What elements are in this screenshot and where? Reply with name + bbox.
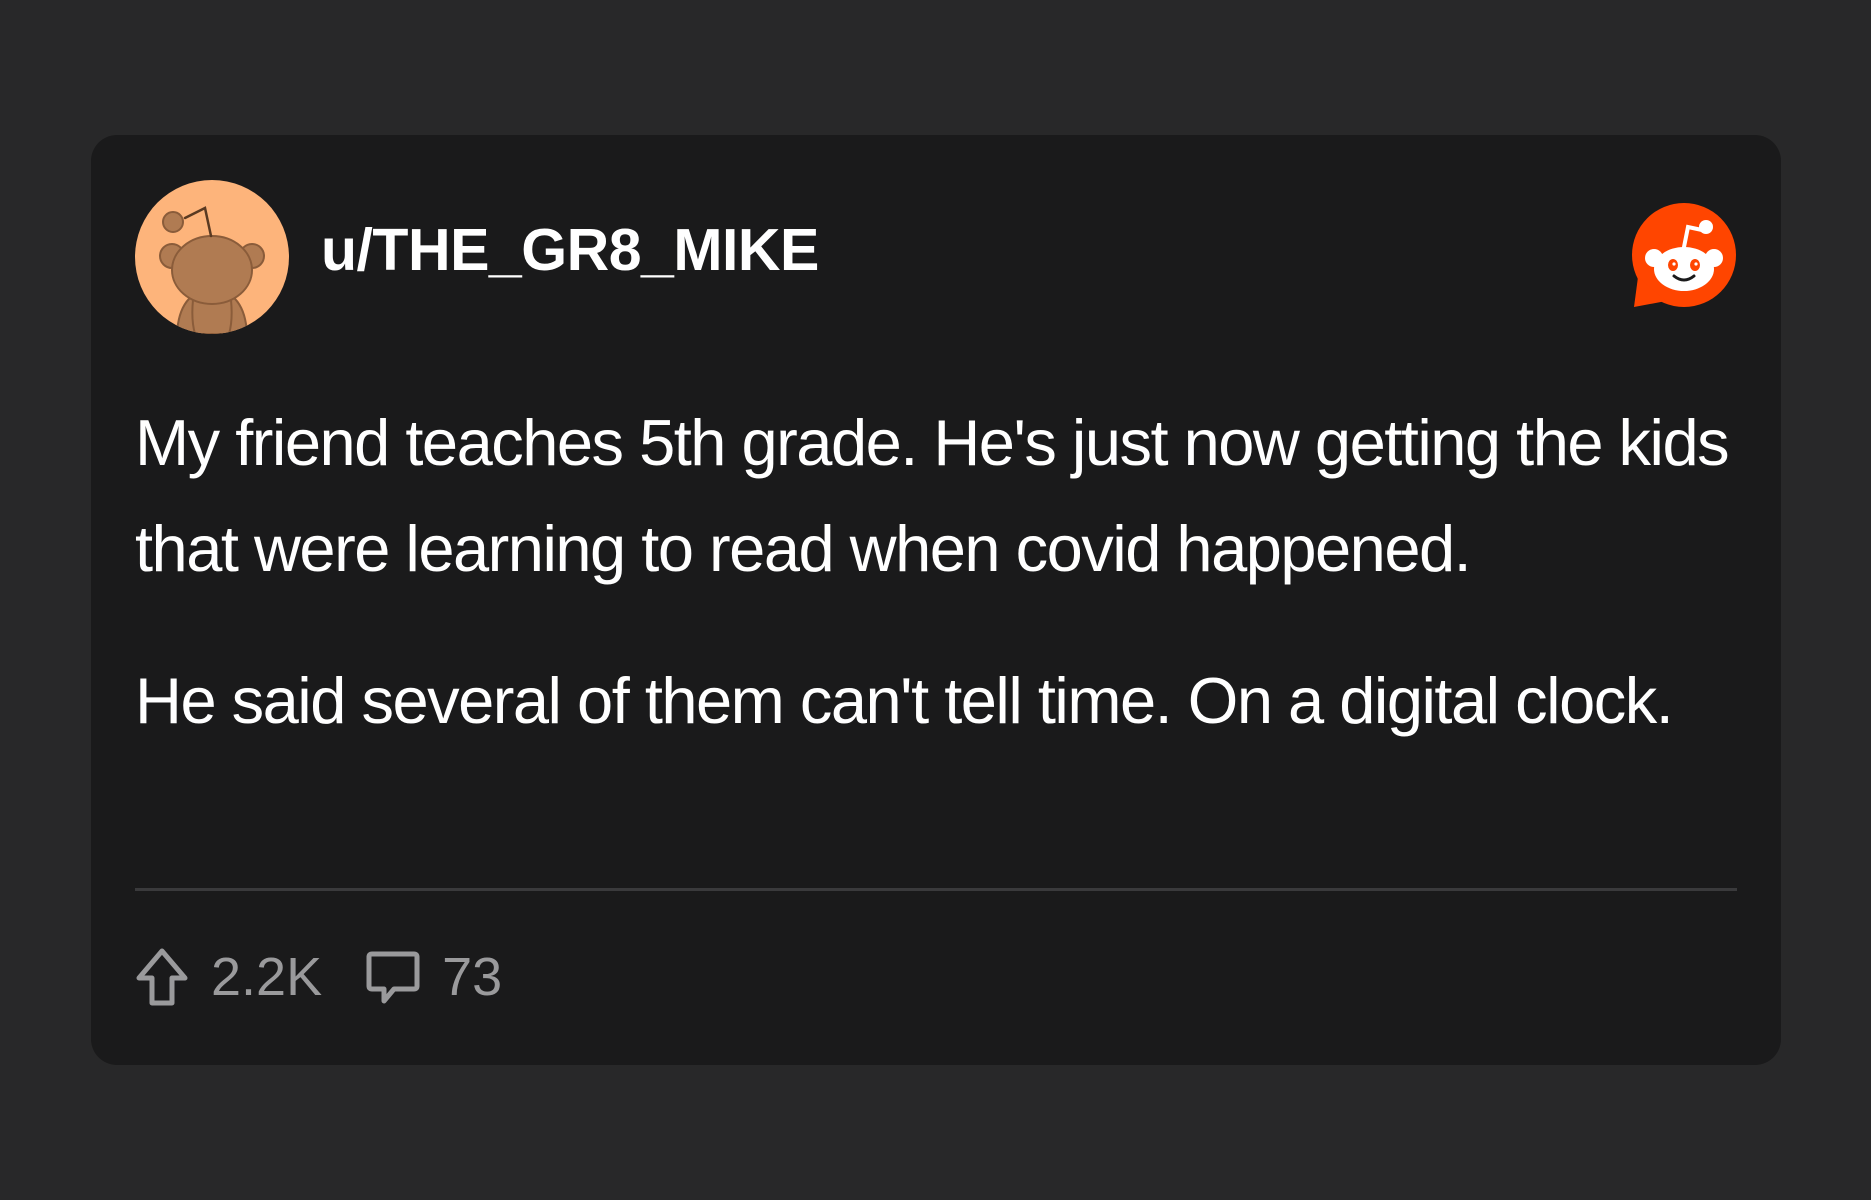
comment-count: 73 [442,947,503,1007]
post-username[interactable]: u/THE_GR8_MIKE [321,221,819,280]
user-avatar[interactable] [135,180,289,334]
comment-bubble-icon [366,951,420,1004]
post-body: My friend teaches 5th grade. He's just n… [135,390,1745,800]
reddit-logo [1630,203,1738,311]
upvote-button[interactable]: 2.2K [135,947,322,1007]
reddit-logo-icon [1632,203,1736,307]
post-actions: 2.2K 73 [135,947,502,1007]
post-paragraph: My friend teaches 5th grade. He's just n… [135,406,1730,585]
divider [135,888,1737,891]
comments-button[interactable]: 73 [366,948,502,1006]
upvote-count: 2.2K [211,947,323,1007]
upvote-arrow-icon [136,948,188,1006]
snoo-avatar-icon [135,180,289,334]
post-paragraph: He said several of them can't tell time.… [135,664,1674,737]
post-card[interactable]: u/THE_GR8_MIKE My friend teaches 5th gra… [91,135,1781,1065]
